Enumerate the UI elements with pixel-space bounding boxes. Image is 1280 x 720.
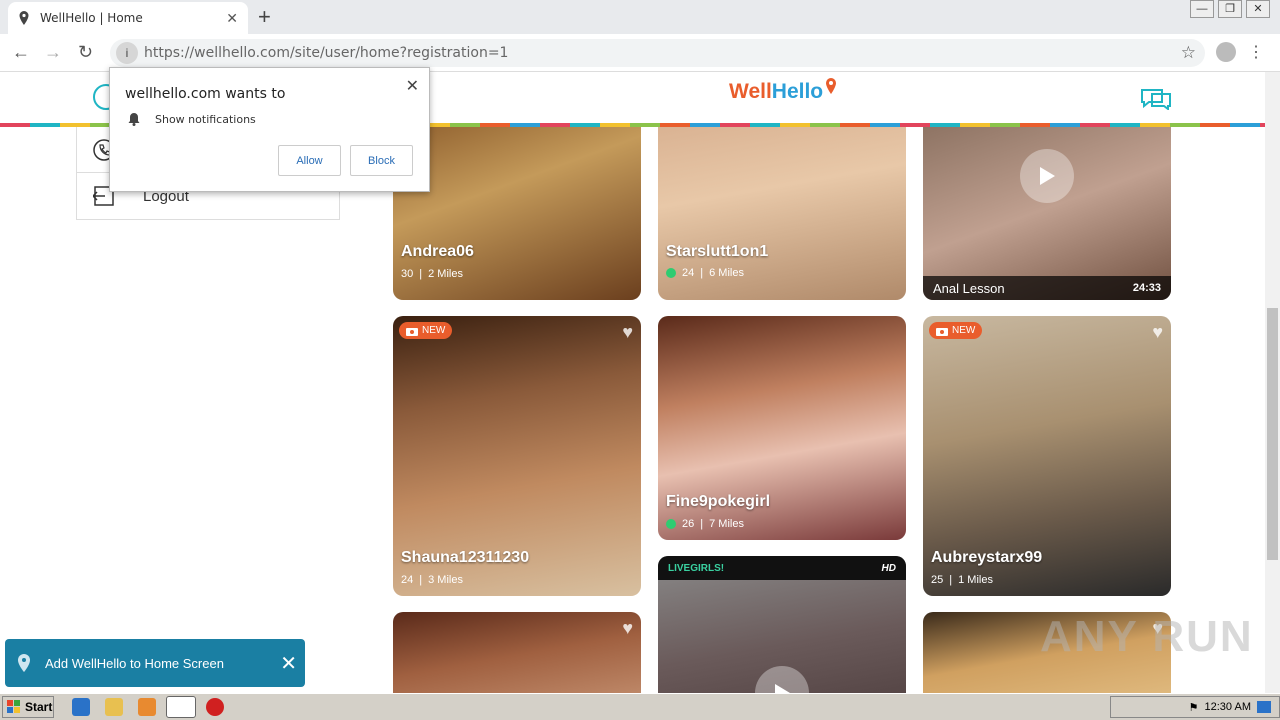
profile-distance: 1 Miles [958, 574, 993, 586]
location-pin-icon [19, 11, 29, 25]
logo-well: Well [729, 80, 772, 103]
profile-avatar[interactable] [1216, 42, 1236, 62]
back-arrow-icon[interactable]: ← [12, 42, 30, 63]
windows-taskbar: Start ⚑ 12:30 AM [0, 693, 1280, 720]
online-indicator [666, 519, 676, 529]
close-tab-icon[interactable]: ✕ [226, 10, 238, 27]
profile-meta: 25 | 1 Miles [931, 574, 993, 586]
chat-bubbles-icon[interactable] [1140, 88, 1172, 110]
folder-icon[interactable] [105, 698, 123, 716]
new-badge: NEW [929, 322, 983, 339]
camera-icon [406, 327, 418, 336]
start-button[interactable]: Start [2, 696, 54, 718]
profile-distance: 3 Miles [428, 574, 463, 586]
video-card[interactable]: Anal Lesson 24:33 [923, 127, 1171, 300]
new-tab-button[interactable]: + [258, 4, 271, 30]
profile-card[interactable]: NEW ♥ Shauna12311230 24 | 3 Miles [393, 316, 641, 596]
ie-icon[interactable] [72, 698, 90, 716]
permission-text: Show notifications [155, 113, 256, 126]
profile-distance: 6 Miles [709, 267, 744, 279]
close-popup-icon[interactable]: ✕ [406, 76, 419, 96]
add-to-home-label: Add WellHello to Home Screen [45, 655, 224, 671]
restore-button[interactable]: ❐ [1218, 0, 1242, 18]
profile-card[interactable]: ♥ [393, 612, 641, 693]
logo-hello: Hello [771, 80, 824, 103]
profile-meta: 24 | 6 Miles [666, 267, 744, 279]
bookmark-star-icon[interactable]: ☆ [1181, 43, 1196, 63]
online-indicator [666, 268, 676, 278]
notification-permission-popup: wellhello.com wants to ✕ Show notificati… [109, 67, 430, 192]
system-tray: ⚑ 12:30 AM [1110, 696, 1280, 718]
profile-age: 25 [931, 574, 944, 586]
profile-name: Fine9pokegirl [666, 493, 771, 510]
block-button[interactable]: Block [350, 145, 413, 176]
profile-card[interactable]: Starslutt1on1 24 | 6 Miles [658, 127, 906, 300]
profile-card[interactable]: Andrea06 30 | 2 Miles [393, 127, 641, 300]
add-to-home-banner[interactable]: Add WellHello to Home Screen ✕ [5, 639, 305, 687]
window-close-button[interactable]: ✕ [1246, 0, 1270, 18]
profile-age: 30 [401, 268, 414, 280]
media-player-icon[interactable] [138, 698, 156, 716]
bell-icon [128, 113, 140, 126]
play-icon[interactable] [755, 666, 809, 693]
heart-icon[interactable]: ♥ [622, 618, 633, 639]
profile-name: Aubreystarx99 [931, 549, 1043, 566]
new-badge: NEW [399, 322, 453, 339]
profile-card[interactable]: Fine9pokegirl 26 | 7 Miles [658, 316, 906, 540]
profile-card[interactable]: NEW ♥ Aubreystarx99 25 | 1 Miles [923, 316, 1171, 596]
window-controls: — ❐ ✕ [1190, 0, 1270, 18]
live-card[interactable]: LIVEGIRLS! HD [658, 556, 906, 693]
profile-distance: 2 Miles [428, 268, 463, 280]
play-icon[interactable] [1020, 149, 1074, 203]
tab-title: WellHello | Home [40, 11, 143, 25]
browser-tab[interactable]: WellHello | Home ✕ [8, 2, 248, 34]
address-bar[interactable]: i https://wellhello.com/site/user/home?r… [110, 39, 1205, 67]
video-title: Anal Lesson [933, 280, 1005, 296]
minimize-button[interactable]: — [1190, 0, 1214, 18]
location-pin-icon [18, 654, 30, 672]
start-label: Start [25, 700, 53, 714]
new-badge-label: NEW [952, 325, 976, 336]
logo-pin-icon [826, 78, 836, 94]
profile-distance: 7 Miles [709, 518, 744, 530]
video-duration: 24:33 [1132, 282, 1161, 294]
hd-badge: HD [881, 562, 896, 574]
profile-age: 24 [682, 267, 695, 279]
camera-icon [936, 327, 948, 336]
video-info-bar: Anal Lesson 24:33 [923, 276, 1171, 300]
windows-logo-icon [7, 700, 20, 713]
url-text[interactable]: https://wellhello.com/site/user/home?reg… [144, 45, 508, 61]
info-icon[interactable]: i [116, 42, 138, 64]
kebab-menu-icon[interactable]: ⋮ [1248, 42, 1264, 62]
close-banner-icon[interactable]: ✕ [280, 651, 297, 676]
profile-name: Shauna12311230 [401, 549, 530, 566]
watermark: ANY RUN [1040, 612, 1254, 661]
profile-age: 24 [401, 574, 414, 586]
profile-name: Andrea06 [401, 243, 474, 260]
clock: 12:30 AM [1204, 701, 1251, 713]
forward-arrow-icon[interactable]: → [44, 42, 62, 63]
opera-icon[interactable] [206, 698, 224, 716]
popup-heading: wellhello.com wants to [125, 86, 286, 102]
allow-button[interactable]: Allow [278, 145, 341, 176]
new-badge-label: NEW [422, 325, 446, 336]
chrome-taskbar-button[interactable] [166, 696, 196, 718]
live-bar: LIVEGIRLS! HD [658, 556, 906, 580]
reload-icon[interactable]: ↻ [78, 42, 93, 63]
heart-icon[interactable]: ♥ [622, 322, 633, 343]
profile-name: Starslutt1on1 [666, 243, 769, 260]
live-label: LIVEGIRLS! [668, 562, 725, 574]
show-desktop-icon[interactable] [1257, 701, 1271, 713]
profile-meta: 24 | 3 Miles [401, 574, 463, 586]
profile-meta: 26 | 7 Miles [666, 518, 744, 530]
page-scrollbar[interactable] [1265, 72, 1280, 693]
wellhello-logo[interactable]: WellHello [729, 78, 836, 104]
tray-flag-icon[interactable]: ⚑ [1189, 701, 1199, 714]
profile-meta: 30 | 2 Miles [401, 268, 463, 280]
profile-age: 26 [682, 518, 695, 530]
scrollbar-thumb[interactable] [1267, 308, 1278, 560]
heart-icon[interactable]: ♥ [1152, 322, 1163, 343]
browser-tab-bar: WellHello | Home ✕ + — ❐ ✕ [0, 0, 1280, 34]
